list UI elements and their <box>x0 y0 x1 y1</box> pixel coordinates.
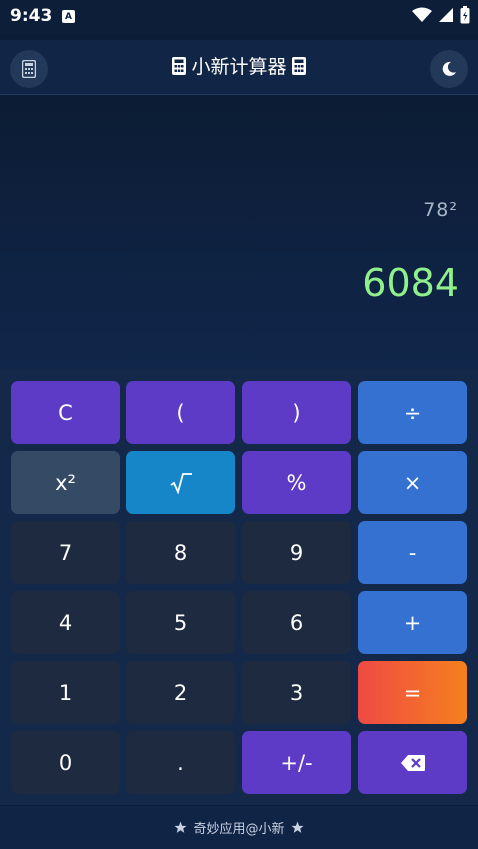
calculator-icon <box>291 56 306 75</box>
app-title-text: 小新计算器 <box>191 56 287 78</box>
calculator-display: 78² 6084 <box>0 95 478 369</box>
sqrt-button[interactable] <box>126 451 235 514</box>
left-paren-button[interactable]: ( <box>126 381 235 444</box>
digit-9-button[interactable]: 9 <box>242 521 351 584</box>
minus-button[interactable]: - <box>358 521 467 584</box>
digit-8-button[interactable]: 8 <box>126 521 235 584</box>
star-icon <box>175 821 187 833</box>
negate-button[interactable]: +/- <box>242 731 351 794</box>
plus-button[interactable]: + <box>358 591 467 654</box>
square-button[interactable]: x² <box>11 451 120 514</box>
digit-7-button[interactable]: 7 <box>11 521 120 584</box>
digit-4-button[interactable]: 4 <box>11 591 120 654</box>
percent-button[interactable]: % <box>242 451 351 514</box>
multiply-button[interactable]: × <box>358 451 467 514</box>
wifi-icon <box>412 7 432 22</box>
square-root-icon <box>170 472 192 494</box>
signal-icon <box>439 8 453 22</box>
status-time: 9:43 <box>10 6 53 26</box>
theme-toggle-button[interactable] <box>430 50 468 88</box>
footer-text: 奇妙应用@小新 <box>193 822 285 837</box>
digit-1-button[interactable]: 1 <box>11 661 120 724</box>
status-bar: 9:43 A <box>0 0 478 34</box>
star-icon <box>291 821 303 833</box>
backspace-button[interactable] <box>358 731 467 794</box>
equals-button[interactable]: = <box>358 661 467 724</box>
calculator-icon <box>172 56 187 75</box>
right-paren-button[interactable]: ) <box>242 381 351 444</box>
battery-icon <box>460 6 470 24</box>
footer: 奇妙应用@小新 <box>0 806 478 849</box>
digit-6-button[interactable]: 6 <box>242 591 351 654</box>
result-text: 6084 <box>362 261 459 305</box>
app-notification-icon: A <box>62 10 75 23</box>
app-header: 小新计算器 <box>0 40 478 95</box>
status-icons <box>412 6 470 24</box>
digit-5-button[interactable]: 5 <box>126 591 235 654</box>
page-title: 小新计算器 <box>0 52 478 79</box>
digit-2-button[interactable]: 2 <box>126 661 235 724</box>
clear-button[interactable]: C <box>11 381 120 444</box>
expression-text: 78² <box>423 199 458 221</box>
moon-icon <box>442 61 456 76</box>
digit-3-button[interactable]: 3 <box>242 661 351 724</box>
decimal-point-button[interactable]: . <box>126 731 235 794</box>
divide-button[interactable]: ÷ <box>358 381 467 444</box>
digit-0-button[interactable]: 0 <box>11 731 120 794</box>
backspace-icon <box>400 754 425 771</box>
